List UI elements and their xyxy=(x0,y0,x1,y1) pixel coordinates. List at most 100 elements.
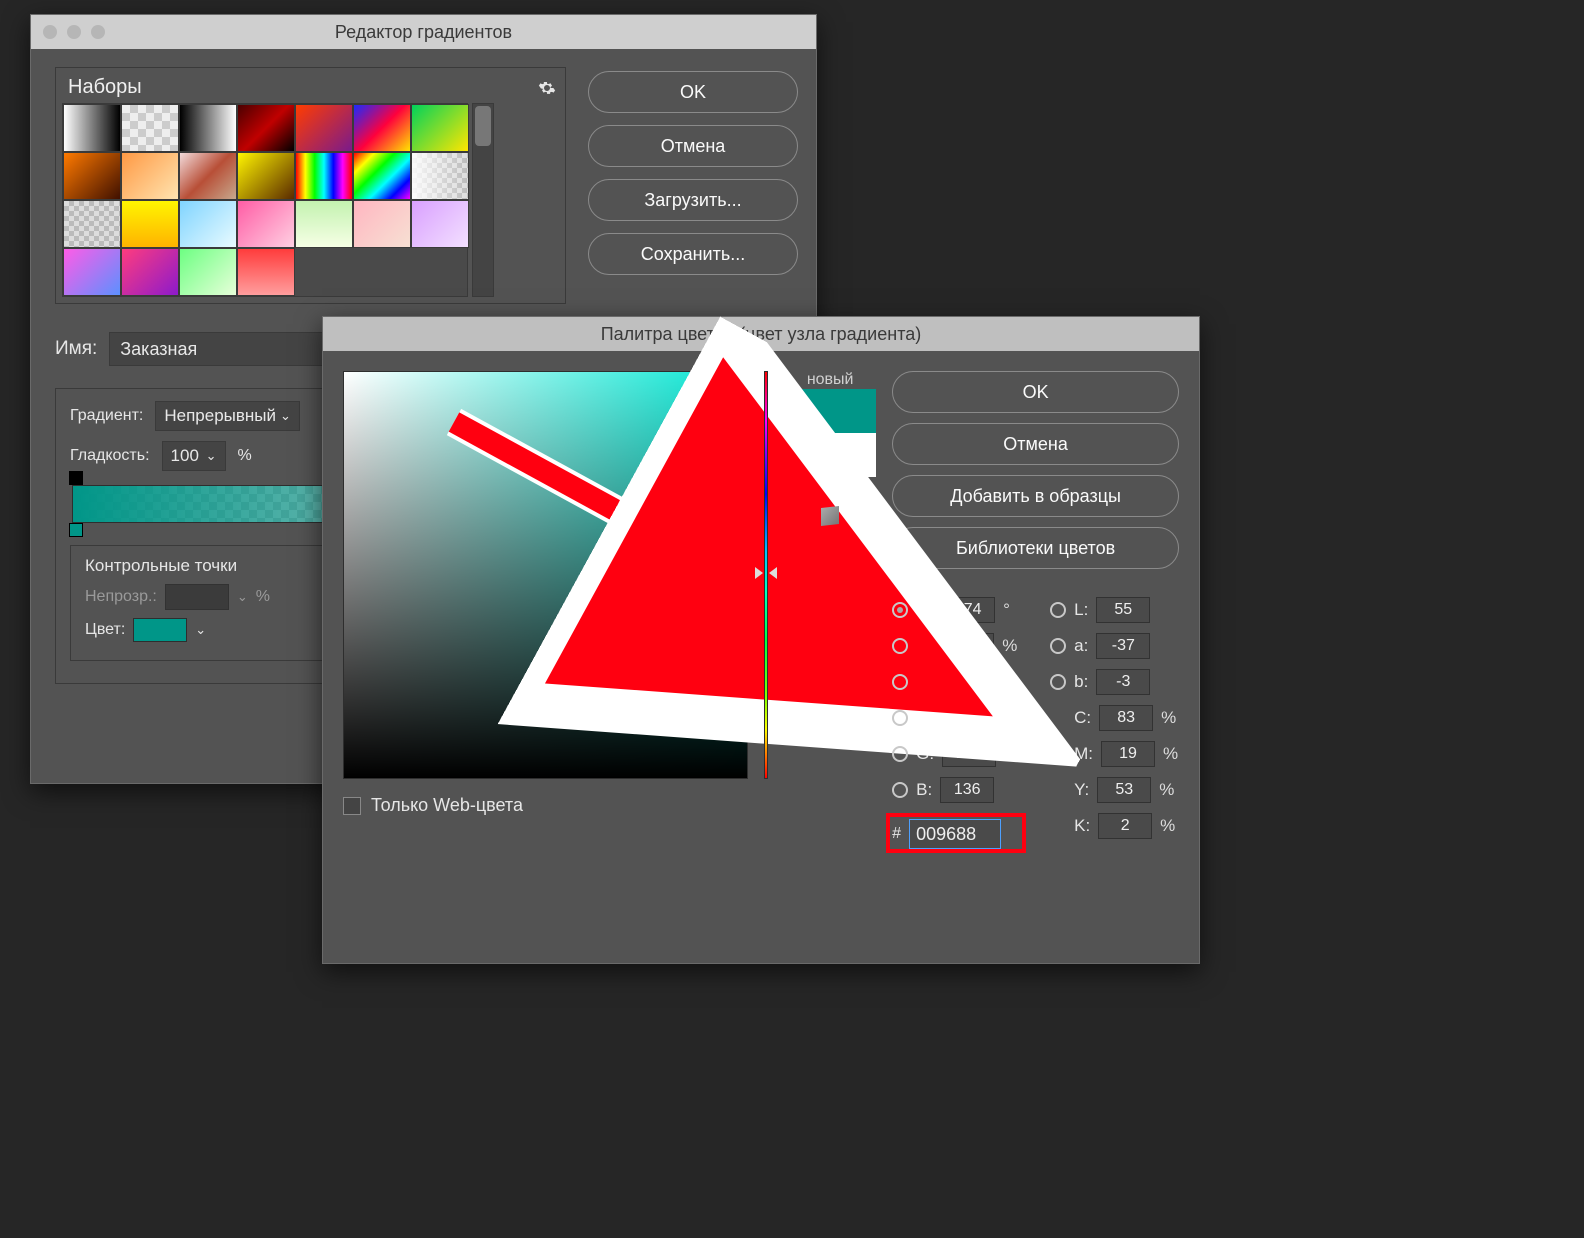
hue-radio[interactable] xyxy=(892,602,908,618)
chevron-down-icon: ⌄ xyxy=(237,589,248,605)
g-radio[interactable] xyxy=(892,746,908,762)
r-radio[interactable] xyxy=(892,710,908,726)
rgb-b-input[interactable] xyxy=(940,777,994,803)
preset-swatch[interactable] xyxy=(353,152,411,200)
save-button[interactable]: Сохранить... xyxy=(588,233,798,275)
gamut-swatch[interactable] xyxy=(821,533,839,551)
picker-ok-button[interactable]: OK xyxy=(892,371,1179,413)
smoothness-input[interactable]: 100 ⌄ xyxy=(162,441,226,471)
presets-scrollbar[interactable] xyxy=(472,103,494,297)
preset-swatch[interactable] xyxy=(63,152,121,200)
saturation-brightness-field[interactable] xyxy=(343,371,748,779)
l-radio[interactable] xyxy=(1050,602,1066,618)
preset-swatch[interactable] xyxy=(121,200,179,248)
preset-swatch[interactable] xyxy=(237,248,295,296)
web-only-checkbox[interactable] xyxy=(343,797,361,815)
r-input[interactable] xyxy=(941,705,995,731)
preset-swatch[interactable] xyxy=(237,152,295,200)
gradient-type-label: Градиент: xyxy=(70,407,143,425)
a-radio[interactable] xyxy=(1050,638,1066,654)
m-label: M: xyxy=(1074,744,1093,764)
preset-swatch[interactable] xyxy=(411,200,469,248)
color-picker-title: Палитра цветов (цвет узла градиента) xyxy=(323,324,1199,345)
r-label: R: xyxy=(916,708,933,728)
hue-handle[interactable] xyxy=(755,567,777,579)
current-color-chip[interactable] xyxy=(784,433,876,477)
a-label: a: xyxy=(1074,636,1088,656)
k-input[interactable] xyxy=(1098,813,1152,839)
m-input[interactable] xyxy=(1101,741,1155,767)
smoothness-label: Гладкость: xyxy=(70,447,150,465)
preset-swatch[interactable] xyxy=(179,200,237,248)
smoothness-unit: % xyxy=(238,447,252,465)
gamut-warning-icon[interactable] xyxy=(821,506,839,526)
scrollbar-thumb[interactable] xyxy=(475,106,491,146)
picker-cancel-button[interactable]: Отмена xyxy=(892,423,1179,465)
hex-input[interactable] xyxy=(909,819,1001,849)
h-input[interactable] xyxy=(941,597,995,623)
color-stop[interactable] xyxy=(69,523,83,537)
gradient-type-select[interactable]: Непрерывный ⌄ xyxy=(155,401,300,431)
gear-icon[interactable] xyxy=(537,78,557,98)
color-picker-dialog: Палитра цветов (цвет узла градиента) xyxy=(322,316,1200,964)
h-unit: ° xyxy=(1003,600,1019,620)
preset-swatch[interactable] xyxy=(121,152,179,200)
preset-swatch[interactable] xyxy=(353,104,411,152)
g-input[interactable] xyxy=(942,741,996,767)
web-only-label: Только Web-цвета xyxy=(371,795,523,816)
arrow-annotation-icon xyxy=(444,412,724,597)
lab-b-radio[interactable] xyxy=(1050,674,1066,690)
preset-swatch[interactable] xyxy=(237,104,295,152)
s-label: S: xyxy=(916,636,932,656)
chevron-down-icon: ⌄ xyxy=(280,408,291,424)
preset-swatch[interactable] xyxy=(295,104,353,152)
preset-swatch[interactable] xyxy=(411,152,469,200)
preset-swatch[interactable] xyxy=(237,200,295,248)
preset-swatch[interactable] xyxy=(179,152,237,200)
load-button[interactable]: Загрузить... xyxy=(588,179,798,221)
y-input[interactable] xyxy=(1097,777,1151,803)
opacity-input[interactable] xyxy=(165,584,229,610)
s-input[interactable] xyxy=(940,633,994,659)
s-unit: % xyxy=(1002,636,1018,656)
c-input[interactable] xyxy=(1099,705,1153,731)
g-label: G: xyxy=(916,744,934,764)
preset-swatch[interactable] xyxy=(179,248,237,296)
color-libraries-button[interactable]: Библиотеки цветов xyxy=(892,527,1179,569)
opacity-unit: % xyxy=(256,588,270,606)
lab-b-input[interactable] xyxy=(1096,669,1150,695)
rgb-b-label: B: xyxy=(916,780,932,800)
l-label: L: xyxy=(1074,600,1088,620)
l-input[interactable] xyxy=(1096,597,1150,623)
preset-swatch[interactable] xyxy=(63,200,121,248)
cancel-button[interactable]: Отмена xyxy=(588,125,798,167)
preset-swatch[interactable] xyxy=(121,104,179,152)
bri-radio[interactable] xyxy=(892,674,908,690)
ok-button[interactable]: OK xyxy=(588,71,798,113)
add-swatch-button[interactable]: Добавить в образцы xyxy=(892,475,1179,517)
bri-input[interactable] xyxy=(940,669,994,695)
bri-unit: % xyxy=(1002,672,1018,692)
h-label: H: xyxy=(916,600,933,620)
new-color-chip xyxy=(784,389,876,433)
c-unit: % xyxy=(1161,708,1177,728)
b-radio[interactable] xyxy=(892,782,908,798)
presets-label: Наборы xyxy=(68,76,142,99)
preset-swatch[interactable] xyxy=(63,104,121,152)
opacity-stop[interactable] xyxy=(69,471,83,485)
gradient-type-value: Непрерывный xyxy=(164,406,276,426)
stop-color-chip[interactable] xyxy=(133,618,187,642)
preset-swatch[interactable] xyxy=(63,248,121,296)
chevron-down-icon: ⌄ xyxy=(195,622,206,638)
preset-swatch[interactable] xyxy=(295,152,353,200)
preset-swatch[interactable] xyxy=(411,104,469,152)
a-input[interactable] xyxy=(1096,633,1150,659)
sb-cursor[interactable] xyxy=(736,531,750,545)
preset-swatch[interactable] xyxy=(353,200,411,248)
preset-swatch[interactable] xyxy=(121,248,179,296)
hue-slider[interactable] xyxy=(764,371,768,779)
m-unit: % xyxy=(1163,744,1179,764)
preset-swatch[interactable] xyxy=(179,104,237,152)
sat-radio[interactable] xyxy=(892,638,908,654)
preset-swatch[interactable] xyxy=(295,200,353,248)
